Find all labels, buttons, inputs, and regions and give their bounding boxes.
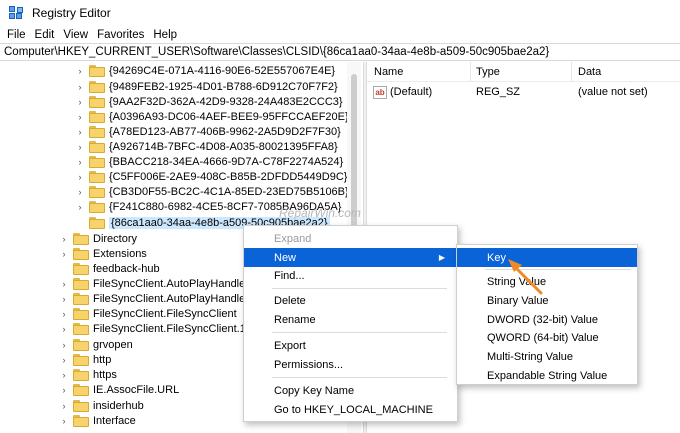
annotation-arrow-icon [508,259,543,295]
